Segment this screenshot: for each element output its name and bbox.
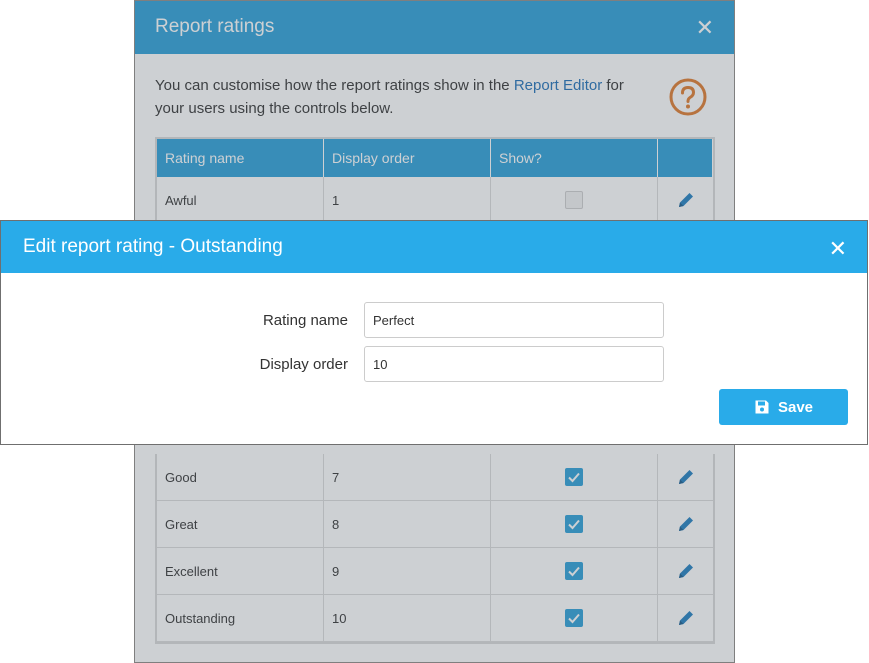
display-order-cell: 9 [324, 548, 491, 594]
rating-name-input[interactable] [364, 302, 664, 338]
edit-cell [658, 548, 713, 594]
intro-text-start: You can customise how the report ratings… [155, 77, 514, 94]
edit-rating-title: Edit report rating - Outstanding [23, 236, 283, 257]
display-order-cell: 8 [324, 501, 491, 547]
show-cell [491, 454, 658, 500]
pencil-icon[interactable] [676, 561, 696, 581]
edit-cell [658, 177, 713, 223]
column-header-show-label: Show? [499, 150, 542, 166]
edit-rating-header: Edit report rating - Outstanding ✕ [1, 221, 867, 273]
pencil-icon[interactable] [676, 608, 696, 628]
edit-cell [658, 595, 713, 641]
show-checkbox[interactable] [565, 191, 583, 209]
show-checkbox[interactable] [565, 562, 583, 580]
rating-name-cell: Great [157, 501, 324, 547]
table-row: Good 7 [157, 454, 713, 501]
pencil-icon[interactable] [676, 514, 696, 534]
question-circle-icon[interactable] [669, 78, 707, 116]
table-row: Awful 1 [157, 177, 713, 224]
report-ratings-title: Report ratings [155, 16, 275, 37]
intro-text: You can customise how the report ratings… [155, 74, 635, 120]
ratings-table-lower: Good 7 Great 8 Excellent 9 Outstanding 1… [155, 454, 715, 644]
save-button[interactable]: Save [719, 389, 848, 425]
show-cell [491, 548, 658, 594]
save-button-label: Save [777, 398, 814, 416]
edit-cell [658, 454, 713, 500]
checkmark-icon [568, 566, 580, 577]
table-header-row: Rating name Display order Show? [157, 139, 713, 177]
report-ratings-header: Report ratings ✕ [135, 1, 734, 54]
checkmark-icon [568, 519, 580, 530]
rating-name-cell: Good [157, 454, 324, 500]
display-order-input[interactable] [364, 346, 664, 382]
edit-rating-modal: Edit report rating - Outstanding ✕ Ratin… [0, 220, 868, 445]
rating-name-label: Rating name [262, 312, 348, 329]
column-header-actions [658, 139, 713, 177]
table-row: Outstanding 10 [157, 595, 713, 642]
report-editor-link[interactable]: Report Editor [514, 77, 602, 94]
pencil-icon[interactable] [676, 190, 696, 210]
display-order-cell: 1 [324, 177, 491, 223]
show-cell [491, 177, 658, 223]
pencil-icon[interactable] [676, 467, 696, 487]
ratings-table: Rating name Display order Show? Awful 1 [155, 137, 715, 226]
edit-rating-close-icon[interactable]: ✕ [829, 236, 847, 262]
checkmark-icon [568, 472, 580, 483]
show-checkbox[interactable] [565, 609, 583, 627]
floppy-disk-icon [755, 400, 769, 414]
report-ratings-close-icon[interactable]: ✕ [696, 15, 714, 41]
show-cell [491, 595, 658, 641]
show-checkbox[interactable] [565, 468, 583, 486]
table-row: Great 8 [157, 501, 713, 548]
display-order-cell: 7 [324, 454, 491, 500]
table-row: Excellent 9 [157, 548, 713, 595]
checkmark-icon [568, 613, 580, 624]
display-order-cell: 10 [324, 595, 491, 641]
show-cell [491, 501, 658, 547]
column-header-display-order: Display order [324, 139, 491, 177]
column-header-show: Show? [491, 139, 658, 177]
rating-name-cell: Excellent [157, 548, 324, 594]
rating-name-cell: Awful [157, 177, 324, 223]
display-order-label: Display order [259, 356, 348, 373]
column-header-rating-name: Rating name [157, 139, 324, 177]
edit-cell [658, 501, 713, 547]
show-checkbox[interactable] [565, 515, 583, 533]
rating-name-cell: Outstanding [157, 595, 324, 641]
